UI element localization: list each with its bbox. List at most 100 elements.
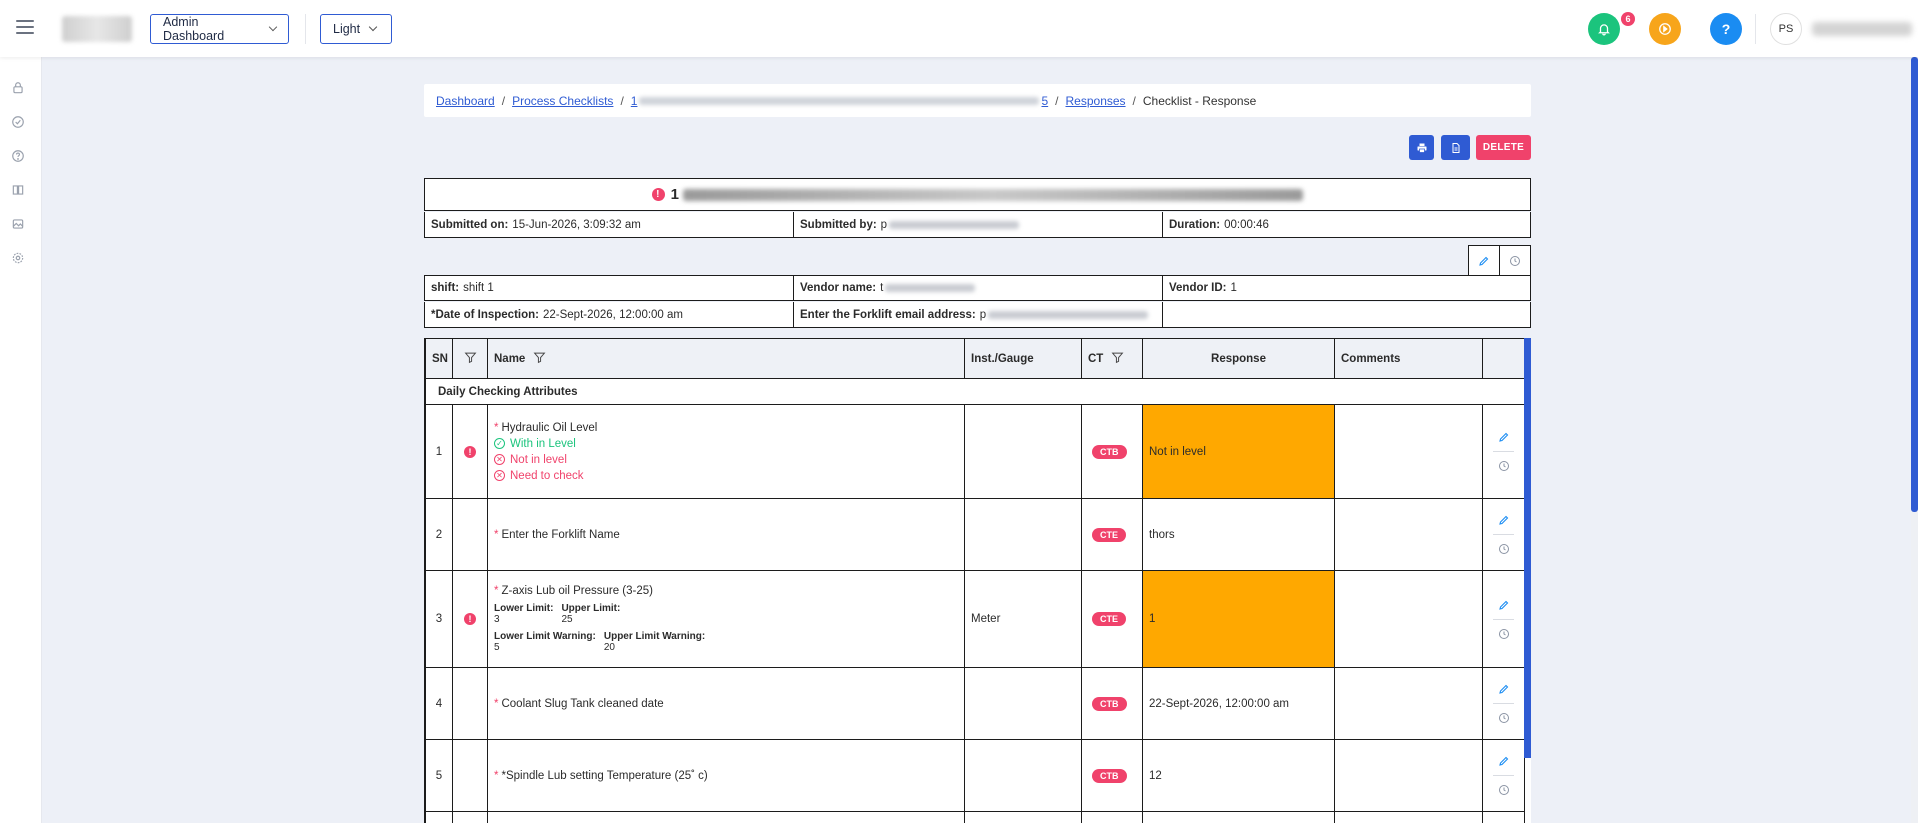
row-ct: CTE xyxy=(1081,570,1143,668)
history-button[interactable] xyxy=(1493,535,1514,563)
history-button[interactable] xyxy=(1493,620,1514,648)
filter-icon[interactable] xyxy=(1111,351,1124,367)
row-actions xyxy=(1482,667,1525,740)
sidebar-item-help[interactable] xyxy=(11,149,25,163)
ct-badge: CTE xyxy=(1092,527,1126,542)
page-scrollbar-thumb[interactable] xyxy=(1911,57,1918,512)
shift-value: shift 1 xyxy=(463,282,494,294)
bell-icon xyxy=(1598,24,1610,36)
breadcrumb-separator: / xyxy=(501,93,506,108)
clock-icon xyxy=(1498,544,1509,554)
submitted-by-cell: Submitted by: p xyxy=(794,212,1163,237)
edit-button[interactable] xyxy=(1493,506,1514,535)
page-scrollbar[interactable] xyxy=(1911,57,1918,823)
sidebar-item-book[interactable] xyxy=(11,183,25,197)
row-response: 22-Sept-2026, 12:00:00 am xyxy=(1142,667,1335,740)
help-button[interactable]: ? xyxy=(1710,13,1742,45)
edit-button[interactable] xyxy=(1493,591,1514,620)
chevron-down-icon xyxy=(268,22,278,32)
checklist-table-container[interactable]: SN Name Inst./Gauge CT Response Comments… xyxy=(424,338,1531,823)
row-ct: CTB xyxy=(1081,739,1143,812)
header-response: Response xyxy=(1142,338,1335,379)
play-button[interactable] xyxy=(1649,13,1681,45)
lower-warning-label: Lower Limit Warning: xyxy=(494,631,596,642)
edit-button[interactable] xyxy=(1493,423,1514,452)
vendor-name-redacted xyxy=(885,284,976,292)
checklist-table: SN Name Inst./Gauge CT Response Comments… xyxy=(425,338,1525,823)
row-comments xyxy=(1334,570,1483,668)
tab-history[interactable] xyxy=(1500,246,1530,275)
row-flag: ! xyxy=(452,404,488,499)
table-row: 1 ! * Hydraulic Oil Level ✓ With in Level … xyxy=(425,404,1525,499)
submitted-by-label: Submitted by: xyxy=(800,218,877,231)
table-row: 2 * Enter the Forklift Name CTE thors xyxy=(425,498,1525,571)
row-actions xyxy=(1482,404,1525,499)
breadcrumb-checklist-redacted xyxy=(639,96,1040,105)
vendor-name-label: Vendor name: xyxy=(800,282,877,294)
row-ct: CTE xyxy=(1081,498,1143,571)
question-circle-icon xyxy=(12,150,24,162)
row-flag xyxy=(452,667,488,740)
question-name: *Spindle Lub setting Temperature (25˚ c) xyxy=(501,769,708,782)
user-name[interactable] xyxy=(1812,22,1912,36)
admin-dashboard-dropdown[interactable]: Admin Dashboard xyxy=(150,14,289,44)
header-ct-cell: CT xyxy=(1081,338,1143,379)
breadcrumb-dashboard-link[interactable]: Dashboard xyxy=(436,94,495,108)
clock-icon xyxy=(1510,255,1520,266)
row-inst xyxy=(964,404,1082,499)
sidebar-item-settings[interactable] xyxy=(11,251,25,265)
pencil-icon xyxy=(1498,600,1508,610)
alert-icon: ! xyxy=(464,613,476,625)
edit-button[interactable] xyxy=(1493,747,1514,776)
filter-icon[interactable] xyxy=(533,351,546,367)
breadcrumb-responses-link[interactable]: Responses xyxy=(1066,94,1126,108)
row-flag: ! xyxy=(452,570,488,668)
logo[interactable] xyxy=(62,16,132,42)
row-name: * Z-axis Lub oil Pressure (3-25) Lower Li… xyxy=(487,570,965,668)
row-actions xyxy=(1482,739,1525,812)
history-button[interactable] xyxy=(1493,776,1514,804)
help-icon: ? xyxy=(1721,21,1731,37)
checklist-title: ! 1 xyxy=(424,178,1531,211)
theme-dropdown[interactable]: Light xyxy=(320,14,392,44)
required-marker: * xyxy=(494,697,499,710)
duration-cell: Duration: 00:00:46 xyxy=(1163,212,1530,237)
section-row: Daily Checking Attributes xyxy=(425,378,1525,405)
filter-icon[interactable] xyxy=(464,351,477,367)
history-button[interactable] xyxy=(1493,704,1514,732)
delete-button[interactable]: DELETE xyxy=(1476,135,1531,160)
divider xyxy=(1755,14,1756,44)
breadcrumb-process-checklists-link[interactable]: Process Checklists xyxy=(512,94,613,108)
header-filter xyxy=(452,338,488,379)
clock-icon xyxy=(1498,785,1509,795)
table-row: 5 * *Spindle Lub setting Temperature (25˚… xyxy=(425,739,1525,812)
breadcrumb-checklist-link[interactable]: 15 xyxy=(631,94,1048,108)
sidebar-item-check[interactable] xyxy=(11,115,25,129)
document-button[interactable] xyxy=(1441,135,1470,160)
menu-icon[interactable] xyxy=(16,20,34,34)
row-comments xyxy=(1334,404,1483,499)
header-sn: SN xyxy=(425,338,453,379)
submitted-by-redacted xyxy=(889,220,1020,229)
upper-limit-label: Upper Limit: xyxy=(561,603,621,614)
notification-button[interactable] xyxy=(1588,13,1620,45)
tab-edit[interactable] xyxy=(1469,246,1500,275)
row-inst: Meter xyxy=(964,570,1082,668)
edit-button[interactable] xyxy=(1493,675,1514,704)
table-scrollbar[interactable] xyxy=(1524,338,1531,758)
sidebar-item-image[interactable] xyxy=(11,217,25,231)
option-label: Not in level xyxy=(510,453,567,466)
vendor-id-label: Vendor ID: xyxy=(1169,282,1227,294)
history-button[interactable] xyxy=(1493,452,1514,480)
row-sn: 5 xyxy=(425,739,453,812)
option-item: ✕ Not in level xyxy=(494,454,958,466)
sidebar xyxy=(0,57,42,823)
forklift-email-redacted xyxy=(988,310,1149,319)
forklift-email-label: Enter the Forklift email address: xyxy=(800,308,976,321)
avatar[interactable]: PS xyxy=(1770,13,1802,45)
sidebar-item-lock[interactable] xyxy=(11,81,25,95)
image-icon xyxy=(12,219,24,229)
print-button[interactable] xyxy=(1409,135,1434,160)
forklift-email-value: p xyxy=(979,308,987,321)
forklift-email-cell: Enter the Forklift email address: p xyxy=(794,302,1163,327)
